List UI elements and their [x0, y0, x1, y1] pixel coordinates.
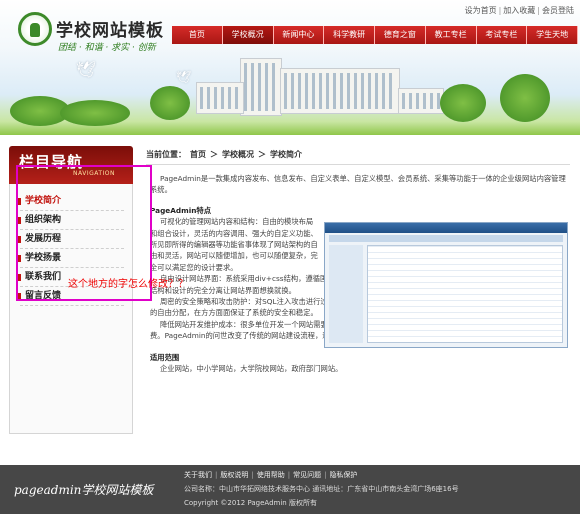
nav-item-moral-education[interactable]: 德育之窗 [375, 26, 426, 44]
breadcrumb-sep: ＞ [258, 150, 266, 159]
set-homepage-link[interactable]: 设为首页 [465, 6, 497, 15]
header: 学校网站模板 团结 · 和谐 · 求实 · 创新 设为首页 | 加入收藏 | 会员登陆 … [0, 0, 580, 135]
main-nav: 首页 学校概况 新闻中心 科学教研 德育之窗 教工专栏 考试专栏 学生天地 [172, 26, 578, 44]
footer-link-help[interactable]: 使用帮助 [257, 471, 285, 479]
footer-copyright: Copyright ©2012 PageAdmin 版权所有 [184, 499, 317, 507]
breadcrumb-sep: ＞ [210, 150, 218, 159]
add-favorite-link[interactable]: 加入收藏 [503, 6, 535, 15]
breadcrumb-prefix: 当前位置： [146, 150, 186, 159]
footer-links: 关于我们 | 版权说明 | 使用帮助 | 常见问题 | 隐私保护 [184, 471, 358, 479]
footer-link-copyright[interactable]: 版权说明 [220, 471, 248, 479]
feature-heading: PageAdmin特点 [150, 205, 212, 215]
feature-text-wrap: 可视化的管理网站内容和结构：自由的模块布局和组合设计，灵活的内容调用、强大的自定… [150, 216, 320, 273]
nav-item-research[interactable]: 科学教研 [324, 26, 375, 44]
annotation-text: 这个地方的字怎么修改？？ [68, 279, 188, 290]
breadcrumb-school-overview[interactable]: 学校概况 [222, 150, 254, 159]
breadcrumb-home[interactable]: 首页 [190, 150, 206, 159]
usage-heading: 适用范围 [150, 352, 180, 362]
main-content: 栏目导航 NAVIGATION 学校简介 组织架构 发展历程 学校扬景 联系我们… [0, 135, 580, 465]
article: PageAdmin是一款集成内容发布、信息发布、自定义表单、自定义模型、会员系统… [150, 173, 568, 375]
article-intro: PageAdmin是一款集成内容发布、信息发布、自定义表单、自定义模型、会员系统… [150, 174, 566, 195]
top-links: 设为首页 | 加入收藏 | 会员登陆 [464, 6, 574, 15]
feature-text: 可视化的管理网站内容和结构：自由的模块布局和组合设计，灵活的内容调用、强大的自定… [150, 217, 318, 272]
dove-icon: 🕊 [176, 70, 192, 84]
breadcrumb-current: 学校简介 [270, 150, 302, 159]
usage-text: 企业网站，中小学网站，大学院校网站，政府部门网站。 [160, 364, 343, 374]
member-login-link[interactable]: 会员登陆 [542, 6, 574, 15]
dove-icon: 🕊 [76, 60, 97, 79]
nav-item-students[interactable]: 学生天地 [527, 26, 578, 44]
footer-link-privacy[interactable]: 隐私保护 [329, 471, 357, 479]
site-name: 学校网站模板 [56, 21, 164, 41]
footer-logo: pageadmin学校网站模板 [14, 483, 154, 497]
footer-link-faq[interactable]: 常见问题 [293, 471, 321, 479]
footer-link-about[interactable]: 关于我们 [184, 471, 212, 479]
footer: pageadmin学校网站模板 关于我们 | 版权说明 | 使用帮助 | 常见问题 | 隐私保护… [0, 465, 580, 514]
nav-item-news[interactable]: 新闻中心 [273, 26, 325, 44]
school-logo-icon [18, 12, 52, 46]
admin-screenshot-image [324, 222, 568, 348]
site-slogan: 团结 · 和谐 · 求实 · 创新 [58, 43, 156, 53]
nav-item-staff[interactable]: 教工专栏 [425, 26, 477, 44]
nav-item-school-overview[interactable]: 学校概况 [222, 26, 274, 44]
nav-item-home[interactable]: 首页 [172, 26, 223, 44]
breadcrumb: 当前位置： 首页 ＞ 学校概况 ＞ 学校简介 [146, 149, 570, 165]
nav-item-exams[interactable]: 考试专栏 [476, 26, 528, 44]
footer-company: 公司名称：中山市华拓网络技术服务中心 通讯地址：广东省中山市南头金湾广场6座16… [184, 485, 459, 493]
